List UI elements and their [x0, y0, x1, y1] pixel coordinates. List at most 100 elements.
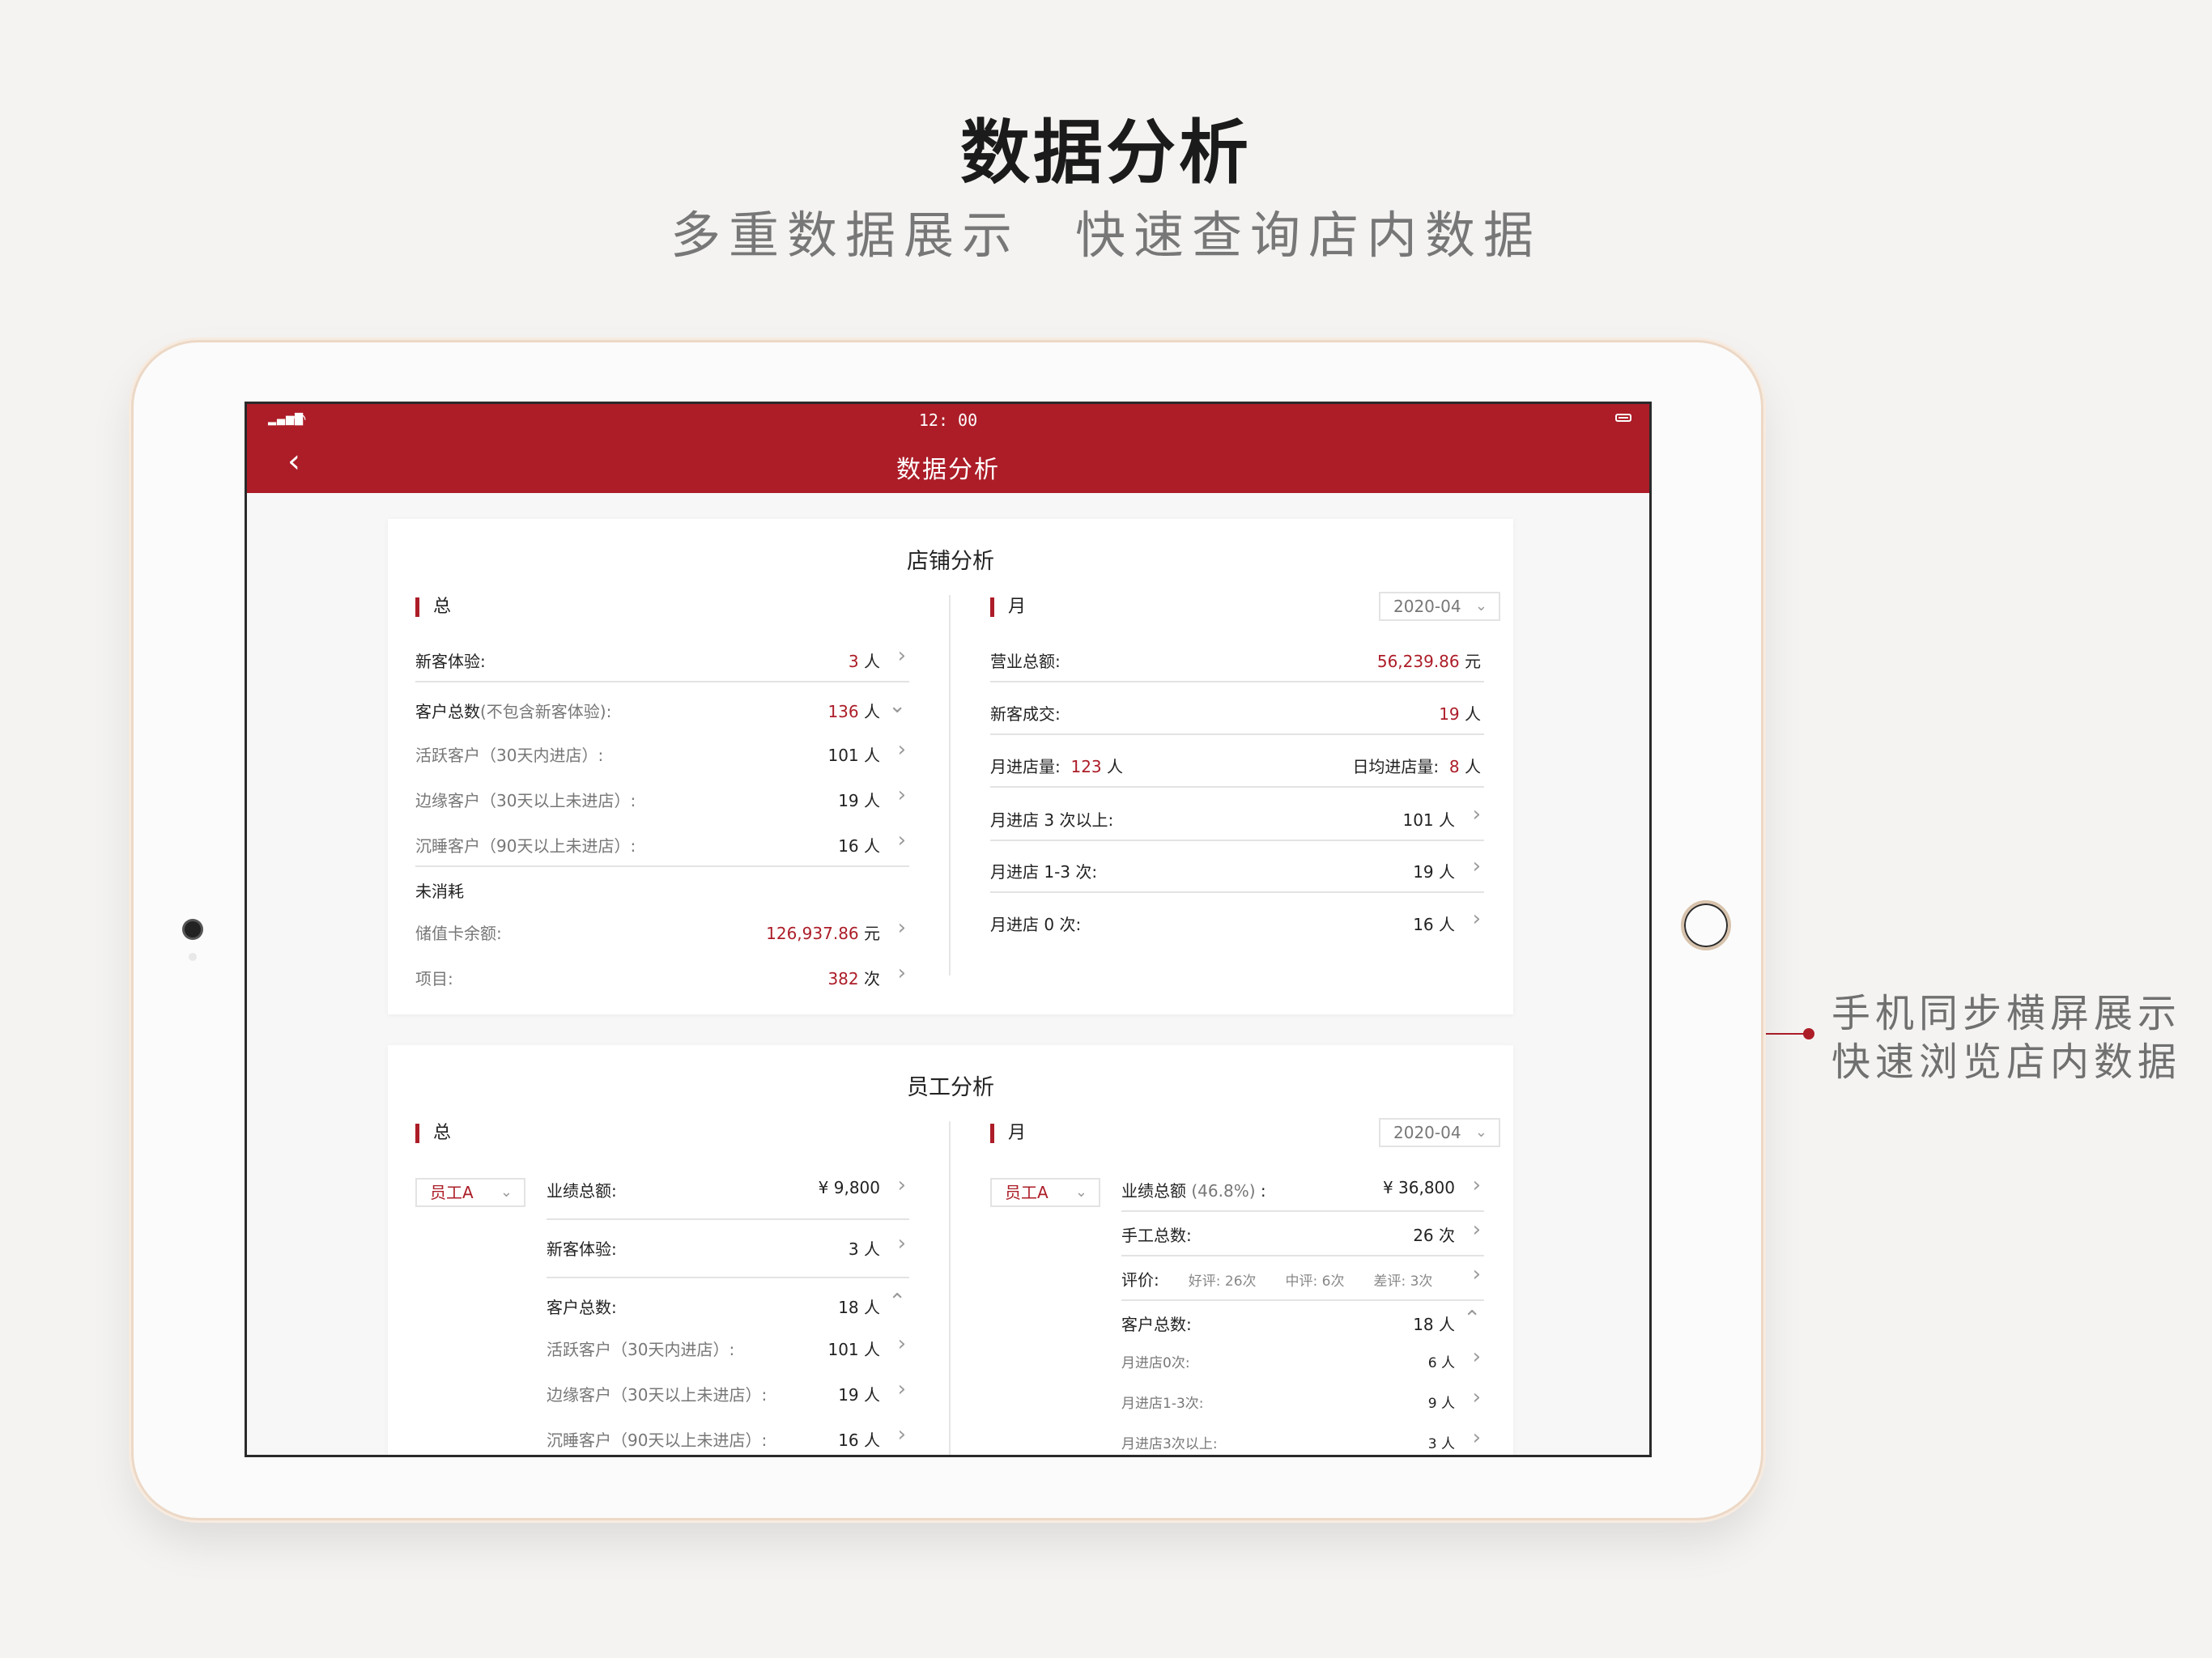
chevron-right-icon: › — [1472, 1218, 1481, 1242]
value-number: 136 — [827, 702, 859, 721]
monthly-visits-label: 月进店量: — [990, 757, 1061, 776]
row-manual-count[interactable]: 手工总数: 26 次 › — [1121, 1211, 1484, 1256]
label-suffix: : — [1260, 1181, 1266, 1201]
row-value: 101 人 — [1402, 810, 1455, 830]
row-value: 101 人 — [827, 1340, 880, 1359]
row-value: 3 人 — [848, 1239, 880, 1259]
value-number: 126,937.86 — [766, 924, 859, 943]
row-label: 客户总数: — [547, 1298, 617, 1317]
employee-select[interactable]: 员工A ⌄ — [990, 1178, 1100, 1207]
row-customers[interactable]: 客户总数: 18 人 ⌃ — [547, 1283, 909, 1329]
month-select-value: 2020-04 — [1393, 1123, 1461, 1142]
row-label: 营业总额: — [990, 652, 1061, 671]
row-value: 126,937.86 元 — [766, 920, 880, 944]
row-label: 业绩总额 (46.8%) : — [1121, 1178, 1266, 1201]
rating-mid: 中评: 6次 — [1285, 1273, 1345, 1290]
row-value: ¥ 9,800 — [818, 1178, 880, 1197]
row-items[interactable]: 项目: 382 次 › — [415, 954, 909, 1000]
chevron-right-icon: › — [1472, 854, 1481, 878]
row-card-balance[interactable]: 储值卡余额: 126,937.86 元 › — [415, 909, 909, 954]
staff-analysis-title: 员工分析 — [907, 1075, 994, 1100]
row-value: 9 人 — [1427, 1396, 1455, 1412]
status-bar: ▂▄▆█ ◠ 12: 00 — [247, 404, 1649, 432]
row-active-customers[interactable]: 活跃客户（30天内进店）: 101 人 › — [547, 1325, 909, 1371]
row-label: 月进店0次: — [1121, 1355, 1190, 1371]
row-visits-0[interactable]: 月进店0次: 6 人 › — [1121, 1338, 1484, 1384]
row-performance[interactable]: 业绩总额: ¥ 9,800 › — [547, 1167, 909, 1220]
side-caption-line1: 手机同步横屏展示 — [1831, 991, 2182, 1036]
row-dormant-customers[interactable]: 沉睡客户（90天以上未进店）: 16 人 › — [415, 822, 909, 867]
nav-bar: ‹ 数据分析 — [247, 432, 1649, 493]
row-value: 3 人 — [849, 648, 880, 672]
row-label: 边缘客户（30天以上未进店）: — [547, 1385, 768, 1405]
chevron-right-icon: › — [1472, 907, 1481, 931]
row-label: 边缘客户（30天以上未进店）: — [415, 791, 636, 810]
row-performance[interactable]: 业绩总额 (46.8%) : ¥ 36,800 › — [1121, 1167, 1484, 1212]
row-visits-1-3[interactable]: 月进店1-3次: 9 人 › — [1121, 1379, 1484, 1424]
staff-analysis-card: 员工分析 总 员工A ⌄ 业绩总额: ¥ 9,800 › 新客体验: 3 人 › — [388, 1045, 1513, 1455]
chevron-up-icon: ⌃ — [1463, 1307, 1481, 1331]
chevron-right-icon: › — [897, 961, 906, 985]
row-rating[interactable]: 评价: 好评: 26次 中评: 6次 差评: 3次 › — [1121, 1256, 1484, 1301]
chevron-right-icon: › — [897, 916, 906, 940]
row-value: 19 人 — [838, 1385, 880, 1405]
month-select[interactable]: 2020-04 ⌄ — [1379, 592, 1500, 621]
row-visits-3plus[interactable]: 月进店3次以上: 3 人 › — [1121, 1419, 1484, 1455]
chevron-right-icon: › — [1472, 802, 1481, 827]
chevron-down-icon: ⌄ — [500, 1184, 513, 1201]
row-edge-customers[interactable]: 边缘客户（30天以上未进店）: 19 人 › — [415, 776, 909, 822]
row-value: ¥ 36,800 — [1382, 1178, 1455, 1197]
chevron-right-icon: › — [897, 1173, 906, 1197]
row-visits-3plus[interactable]: 月进店 3 次以上: 101 人 › — [990, 796, 1484, 841]
label-main: 客户总数 — [415, 702, 480, 721]
nav-title: 数据分析 — [896, 456, 1000, 484]
row-label: 沉睡客户（90天以上未进店）: — [415, 836, 636, 856]
chevron-right-icon: › — [897, 828, 906, 852]
row-dormant-customers[interactable]: 沉睡客户（90天以上未进店）: 16 人 › — [547, 1416, 909, 1455]
label-hint: (不包含新客体验): — [480, 702, 612, 721]
row-edge-customers[interactable]: 边缘客户（30天以上未进店）: 19 人 › — [547, 1371, 909, 1416]
section-total: 总 — [415, 596, 451, 619]
value-unit: 次 — [864, 969, 880, 988]
row-value: 18 人 — [1413, 1315, 1455, 1334]
month-select[interactable]: 2020-04 ⌄ — [1379, 1118, 1500, 1147]
row-label: 月进店3次以上: — [1121, 1436, 1218, 1452]
chevron-right-icon: › — [897, 1231, 906, 1256]
row-new-trial[interactable]: 新客体验: 3 人 › — [415, 637, 909, 682]
employee-select[interactable]: 员工A ⌄ — [415, 1178, 525, 1207]
row-label: 活跃客户（30天内进店）: — [547, 1340, 735, 1359]
row-label: 客户总数: — [1121, 1315, 1192, 1334]
row-label: 未消耗 — [415, 882, 464, 901]
rating-label: 评价: — [1121, 1270, 1159, 1290]
camera-sensor — [189, 953, 197, 961]
row-visits-1-3[interactable]: 月进店 1-3 次: 19 人 › — [990, 848, 1484, 893]
status-time: 12: 00 — [918, 410, 978, 430]
chevron-down-icon: ⌄ — [1074, 1184, 1087, 1201]
row-total-customers[interactable]: 客户总数(不包含新客体验): 136 人 ⌄ — [415, 687, 909, 733]
row-new-trial[interactable]: 新客体验: 3 人 › — [547, 1225, 909, 1278]
battery-icon — [1615, 414, 1631, 422]
row-active-customers[interactable]: 活跃客户（30天内进店）: 101 人 › — [415, 731, 909, 776]
row-visits-0[interactable]: 月进店 0 次: 16 人 › — [990, 900, 1484, 946]
row-label: 新客体验: — [415, 652, 486, 671]
chevron-right-icon: › — [1472, 1262, 1481, 1286]
side-caption: 手机同步横屏展示 快速浏览店内数据 — [1831, 989, 2188, 1086]
row-value: 26 次 — [1413, 1226, 1455, 1245]
row-value: 56,239.86 元 — [1377, 648, 1481, 672]
row-unconsumed-heading: 未消耗 — [415, 874, 909, 906]
monthly-visits-unit: 人 — [1107, 757, 1124, 776]
daily-visits-label: 日均进店量: — [1352, 757, 1440, 776]
employee-select-value: 员工A — [1005, 1183, 1049, 1202]
row-value: 136 人 — [827, 699, 880, 722]
value-number: 19 — [1439, 704, 1460, 724]
row-value: 19 人 — [1413, 862, 1455, 882]
row-value: 16 人 — [838, 836, 880, 856]
monthly-visits-value: 123 — [1070, 757, 1102, 776]
chevron-right-icon: › — [1472, 1345, 1481, 1369]
row-value: 101 人 — [827, 746, 880, 765]
subtitle-part-2: 快速查询店内数据 — [1075, 206, 1542, 265]
label-main: 业绩总额 — [1121, 1181, 1186, 1201]
row-label: 月进店 1-3 次: — [990, 862, 1098, 882]
home-button[interactable] — [1681, 900, 1731, 950]
row-label: 月进店1-3次: — [1121, 1396, 1204, 1412]
